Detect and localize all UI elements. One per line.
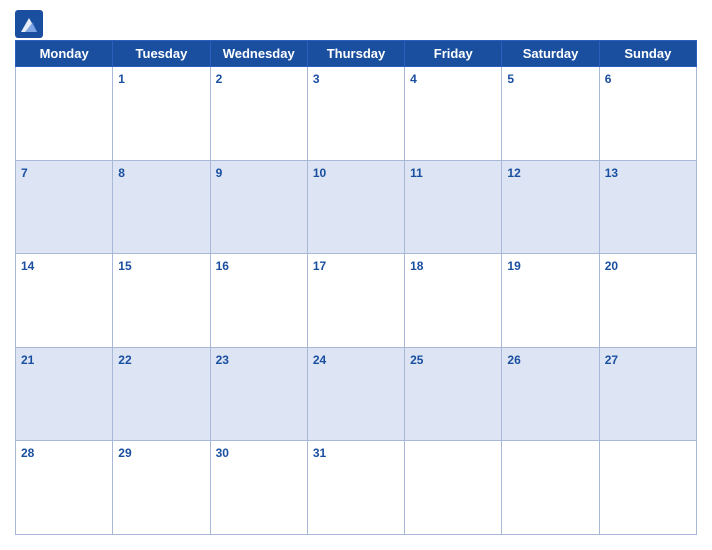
day-number-8: 8 <box>118 166 125 180</box>
empty-cell <box>599 441 696 535</box>
day-header-friday: Friday <box>405 41 502 67</box>
day-cell-23: 23 <box>210 347 307 441</box>
day-number-31: 31 <box>313 446 326 460</box>
day-number-16: 16 <box>216 259 229 273</box>
day-number-7: 7 <box>21 166 28 180</box>
day-cell-7: 7 <box>16 160 113 254</box>
empty-cell <box>502 441 599 535</box>
day-number-9: 9 <box>216 166 223 180</box>
day-number-14: 14 <box>21 259 34 273</box>
empty-cell <box>16 67 113 161</box>
day-number-21: 21 <box>21 353 34 367</box>
day-cell-15: 15 <box>113 254 210 348</box>
day-number-2: 2 <box>216 72 223 86</box>
day-number-15: 15 <box>118 259 131 273</box>
day-cell-8: 8 <box>113 160 210 254</box>
day-header-thursday: Thursday <box>307 41 404 67</box>
day-number-20: 20 <box>605 259 618 273</box>
day-number-25: 25 <box>410 353 423 367</box>
day-cell-30: 30 <box>210 441 307 535</box>
day-number-22: 22 <box>118 353 131 367</box>
day-cell-31: 31 <box>307 441 404 535</box>
days-header-row: MondayTuesdayWednesdayThursdayFridaySatu… <box>16 41 697 67</box>
day-number-23: 23 <box>216 353 229 367</box>
day-number-3: 3 <box>313 72 320 86</box>
day-cell-4: 4 <box>405 67 502 161</box>
day-number-18: 18 <box>410 259 423 273</box>
day-number-6: 6 <box>605 72 612 86</box>
day-cell-13: 13 <box>599 160 696 254</box>
empty-cell <box>405 441 502 535</box>
day-cell-19: 19 <box>502 254 599 348</box>
calendar-header <box>15 10 697 38</box>
day-cell-29: 29 <box>113 441 210 535</box>
day-number-4: 4 <box>410 72 417 86</box>
day-cell-16: 16 <box>210 254 307 348</box>
day-cell-6: 6 <box>599 67 696 161</box>
day-number-1: 1 <box>118 72 125 86</box>
day-number-24: 24 <box>313 353 326 367</box>
day-number-5: 5 <box>507 72 514 86</box>
day-header-saturday: Saturday <box>502 41 599 67</box>
day-number-13: 13 <box>605 166 618 180</box>
day-cell-17: 17 <box>307 254 404 348</box>
day-number-19: 19 <box>507 259 520 273</box>
day-cell-24: 24 <box>307 347 404 441</box>
day-number-17: 17 <box>313 259 326 273</box>
day-cell-10: 10 <box>307 160 404 254</box>
day-number-11: 11 <box>410 166 423 180</box>
day-cell-9: 9 <box>210 160 307 254</box>
day-cell-28: 28 <box>16 441 113 535</box>
day-number-29: 29 <box>118 446 131 460</box>
day-header-monday: Monday <box>16 41 113 67</box>
day-cell-14: 14 <box>16 254 113 348</box>
day-header-tuesday: Tuesday <box>113 41 210 67</box>
day-cell-27: 27 <box>599 347 696 441</box>
day-cell-25: 25 <box>405 347 502 441</box>
day-number-30: 30 <box>216 446 229 460</box>
day-number-26: 26 <box>507 353 520 367</box>
day-cell-1: 1 <box>113 67 210 161</box>
week-row-4: 21 22 23 24 25 26 27 <box>16 347 697 441</box>
logo <box>15 10 47 38</box>
day-number-27: 27 <box>605 353 618 367</box>
week-row-2: 7 8 9 10 11 12 13 <box>16 160 697 254</box>
day-cell-22: 22 <box>113 347 210 441</box>
day-cell-20: 20 <box>599 254 696 348</box>
day-cell-12: 12 <box>502 160 599 254</box>
day-cell-21: 21 <box>16 347 113 441</box>
week-row-1: 1 2 3 4 5 6 <box>16 67 697 161</box>
week-row-3: 14 15 16 17 18 19 20 <box>16 254 697 348</box>
day-cell-2: 2 <box>210 67 307 161</box>
day-cell-26: 26 <box>502 347 599 441</box>
day-cell-3: 3 <box>307 67 404 161</box>
logo-icon <box>15 10 43 38</box>
day-header-sunday: Sunday <box>599 41 696 67</box>
day-cell-11: 11 <box>405 160 502 254</box>
day-number-28: 28 <box>21 446 34 460</box>
day-cell-5: 5 <box>502 67 599 161</box>
week-row-5: 28 29 30 31 <box>16 441 697 535</box>
day-header-wednesday: Wednesday <box>210 41 307 67</box>
day-number-10: 10 <box>313 166 326 180</box>
day-number-12: 12 <box>507 166 520 180</box>
day-cell-18: 18 <box>405 254 502 348</box>
calendar-table: MondayTuesdayWednesdayThursdayFridaySatu… <box>15 40 697 535</box>
